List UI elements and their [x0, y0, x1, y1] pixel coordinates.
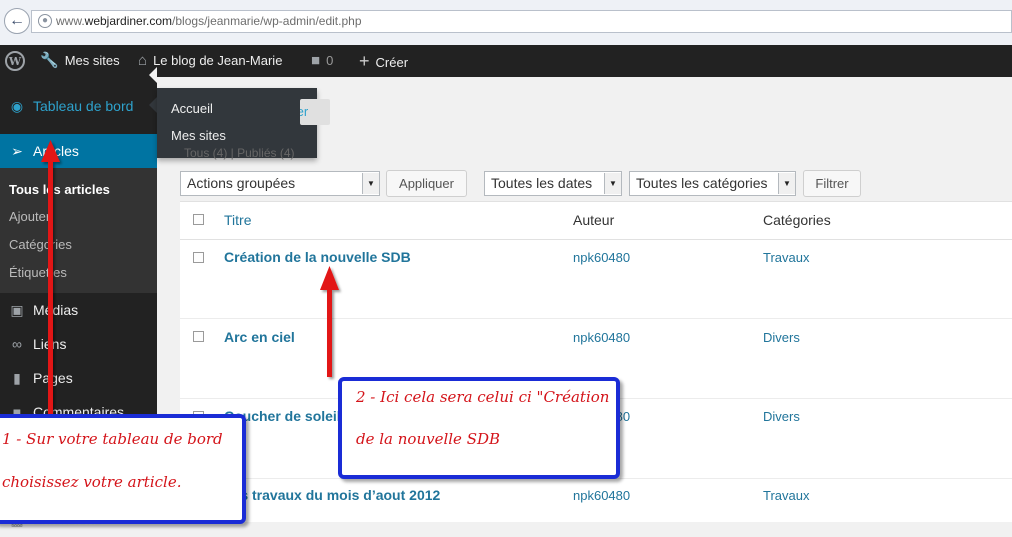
arrow-to-articles: [41, 140, 60, 416]
callout-2-line-2: de la nouvelle SDB: [356, 430, 501, 448]
instruction-callout-1: 1 - Sur votre tableau de bord choisissez…: [0, 414, 246, 524]
callout-2-line-1: 2 - Ici cela sera celui ci "Création: [356, 388, 610, 406]
arrow-to-post-title: [320, 266, 339, 377]
callout-1-line-1: 1 - Sur votre tableau de bord: [2, 430, 223, 448]
callout-1-line-2: choisissez votre article.: [2, 473, 182, 491]
instruction-callout-2: 2 - Ici cela sera celui ci "Création de …: [338, 377, 620, 479]
